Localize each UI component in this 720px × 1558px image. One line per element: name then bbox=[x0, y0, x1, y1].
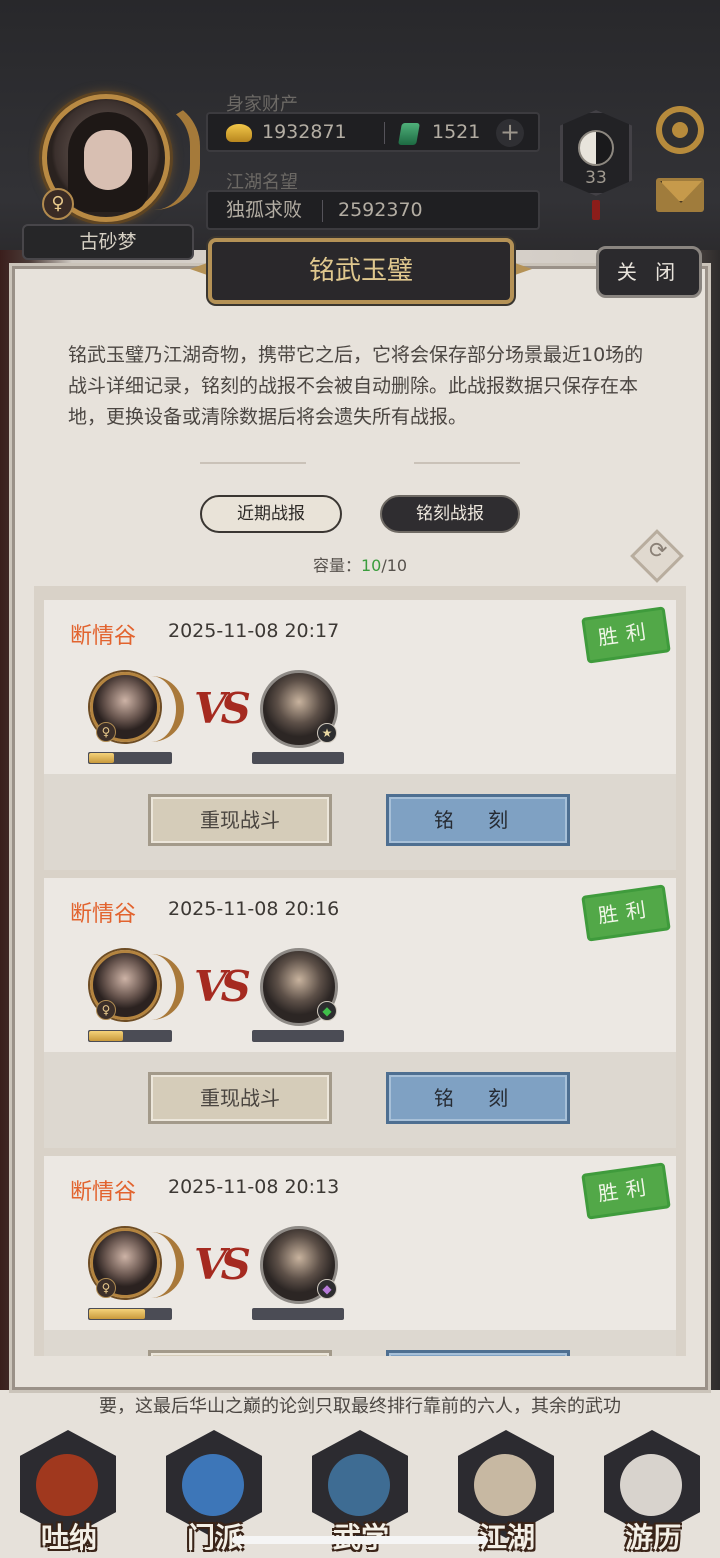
enemy-health-bar bbox=[252, 1030, 344, 1042]
nav-label: 游历 bbox=[624, 1521, 681, 1554]
dragon-frame-icon bbox=[154, 100, 200, 210]
nav-label: 吐纳 bbox=[40, 1521, 97, 1554]
gear-icon[interactable] bbox=[656, 106, 704, 154]
player-portrait: ♀ bbox=[84, 1226, 184, 1306]
close-button[interactable]: 关 闭 bbox=[596, 246, 702, 298]
jade-icon bbox=[398, 123, 420, 145]
player-health-fill bbox=[89, 1309, 145, 1319]
replay-battle-button[interactable]: 重现战斗 bbox=[148, 794, 332, 846]
background-story-text: 要，这最后华山之巅的论剑只取最终排行靠前的六人，其余的武功 bbox=[99, 1396, 621, 1417]
replay-battle-button[interactable]: 重现战斗 bbox=[148, 1350, 332, 1356]
tab-engraved-reports[interactable]: 铭刻战报 bbox=[380, 495, 520, 533]
victory-stamp: 胜利 bbox=[581, 884, 671, 942]
jade-amount: 1521 bbox=[432, 121, 481, 143]
rank-icon: ◆ bbox=[317, 1001, 337, 1021]
gold-amount: 1932871 bbox=[262, 121, 347, 143]
capacity-used: 10 bbox=[360, 556, 382, 575]
dragon-frame-icon bbox=[144, 1232, 184, 1298]
ornament-divider bbox=[414, 462, 520, 464]
female-icon: ♀ bbox=[96, 1278, 116, 1298]
add-currency-button[interactable]: + bbox=[496, 119, 524, 147]
enemy-portrait: ★ bbox=[260, 670, 338, 748]
level-number: 33 bbox=[585, 168, 607, 188]
capacity-indicator: 容量：10/10 bbox=[312, 556, 408, 575]
dialog-title: 铭武玉璧 bbox=[208, 238, 514, 304]
roast-chicken-icon bbox=[36, 1454, 98, 1516]
ornament-divider bbox=[200, 462, 306, 464]
engrave-button[interactable]: 铭 刻 bbox=[386, 1350, 570, 1356]
player-health-bar bbox=[88, 1030, 172, 1042]
engrave-button[interactable]: 铭 刻 bbox=[386, 1072, 570, 1124]
female-icon: ♀ bbox=[96, 1000, 116, 1020]
dragon-frame-icon bbox=[144, 676, 184, 742]
record-location: 断情谷 bbox=[70, 624, 137, 649]
wealth-bar: 1932871 1521 + bbox=[206, 112, 540, 152]
player-health-fill bbox=[89, 1031, 123, 1041]
record-time: 2025-11-08 20:13 bbox=[168, 1176, 340, 1198]
enemy-portrait: ◆ bbox=[260, 948, 338, 1026]
flags-icon bbox=[182, 1454, 244, 1516]
victory-stamp: 胜利 bbox=[581, 1162, 671, 1220]
reputation-bar: 独孤求败 2592370 bbox=[206, 190, 540, 230]
record-location: 断情谷 bbox=[70, 902, 137, 927]
reputation-value: 2592370 bbox=[338, 199, 423, 221]
replay-battle-button[interactable]: 重现战斗 bbox=[148, 1072, 332, 1124]
dialog-description: 铭武玉璧乃江湖奇物，携带它之后，它将会保存部分场景最近10场的战斗详细记录，铭刻… bbox=[68, 344, 644, 428]
horse-icon bbox=[620, 1454, 682, 1516]
battle-record-card: 断情谷 2025-11-08 20:17 胜利 ♀ VS ★ 重现战斗 铭 刻 bbox=[44, 600, 676, 870]
engrave-button[interactable]: 铭 刻 bbox=[386, 794, 570, 846]
record-list[interactable]: 断情谷 2025-11-08 20:17 胜利 ♀ VS ★ 重现战斗 铭 刻 … bbox=[34, 586, 686, 1356]
versus-label: VS bbox=[194, 684, 251, 733]
female-icon: ♀ bbox=[96, 722, 116, 742]
rank-icon: ◆ bbox=[317, 1279, 337, 1299]
capacity-total: /10 bbox=[381, 556, 408, 575]
level-badge[interactable]: 33 bbox=[556, 96, 636, 226]
female-icon: ♀ bbox=[42, 188, 74, 220]
yin-yang-icon bbox=[578, 130, 614, 166]
battle-record-card: 断情谷 2025-11-08 20:16 胜利 ♀ VS ◆ 重现战斗 铭 刻 bbox=[44, 878, 676, 1148]
gold-ingot-icon bbox=[226, 124, 252, 142]
enemy-health-bar bbox=[252, 1308, 344, 1320]
record-location: 断情谷 bbox=[70, 1180, 137, 1205]
battle-record-card: 断情谷 2025-11-08 20:13 胜利 ♀ VS ◆ 重现战斗 铭 刻 bbox=[44, 1156, 676, 1356]
nav-item[interactable]: 吐纳 bbox=[14, 1430, 124, 1558]
mail-icon[interactable] bbox=[656, 178, 704, 212]
versus-label: VS bbox=[194, 1240, 251, 1289]
dragon-frame-icon bbox=[144, 954, 184, 1020]
tab-recent-reports[interactable]: 近期战报 bbox=[200, 495, 342, 533]
enemy-health-bar bbox=[252, 752, 344, 764]
player-avatar[interactable]: ♀ bbox=[28, 90, 200, 232]
player-portrait: ♀ bbox=[84, 948, 184, 1028]
victory-stamp: 胜利 bbox=[581, 606, 671, 664]
home-indicator[interactable] bbox=[232, 1536, 488, 1544]
nav-item[interactable]: 游历 bbox=[598, 1430, 708, 1558]
hat-icon bbox=[474, 1454, 536, 1516]
record-time: 2025-11-08 20:17 bbox=[168, 620, 340, 642]
record-time: 2025-11-08 20:16 bbox=[168, 898, 340, 920]
versus-label: VS bbox=[194, 962, 251, 1011]
player-portrait: ♀ bbox=[84, 670, 184, 750]
player-health-bar bbox=[88, 1308, 172, 1320]
enemy-portrait: ◆ bbox=[260, 1226, 338, 1304]
player-health-fill bbox=[89, 753, 114, 763]
player-name: 古砂梦 bbox=[22, 224, 194, 260]
player-health-bar bbox=[88, 752, 172, 764]
rank-icon: ★ bbox=[317, 723, 337, 743]
reputation-title: 独孤求败 bbox=[226, 199, 303, 221]
books-icon bbox=[328, 1454, 390, 1516]
